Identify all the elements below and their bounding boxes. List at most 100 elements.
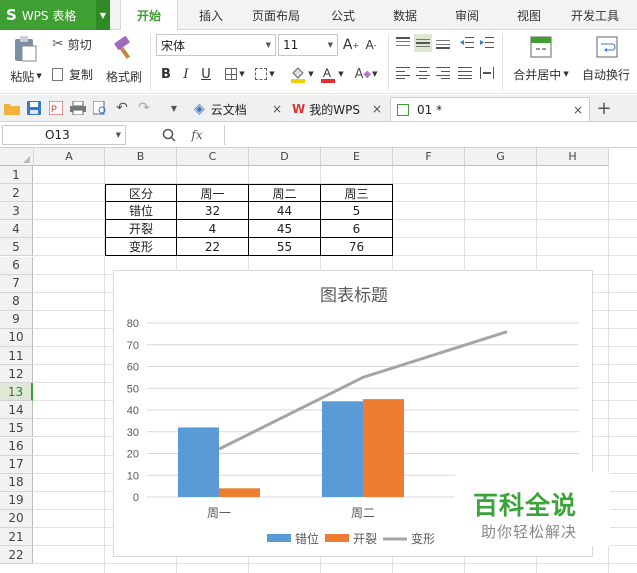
row-header-12[interactable]: 12 <box>0 365 33 384</box>
tab-insert[interactable]: 插入 <box>182 0 240 30</box>
tab-page-layout[interactable]: 页面布局 <box>244 0 308 30</box>
doc-tab-mywps[interactable]: W 我的WPS × <box>288 97 386 121</box>
row-header-11[interactable]: 11 <box>0 347 33 365</box>
bold-icon[interactable]: B <box>158 63 174 85</box>
table-header-cell[interactable]: 周三 <box>321 184 393 203</box>
row-header-3[interactable]: 3 <box>0 202 33 221</box>
format-painter-button[interactable]: 格式刷 <box>102 66 146 86</box>
row-header-14[interactable]: 14 <box>0 401 33 420</box>
align-bottom-icon[interactable] <box>434 34 452 52</box>
doc-tab-active[interactable]: 01 * × <box>390 97 590 121</box>
brush-icon[interactable] <box>106 34 142 62</box>
justify-icon[interactable] <box>456 64 474 82</box>
print-icon[interactable] <box>70 100 86 116</box>
tab-view[interactable]: 视图 <box>500 0 558 30</box>
function-icon[interactable]: fx <box>186 126 208 144</box>
row-header-2[interactable]: 2 <box>0 184 33 203</box>
wrap-text-icon[interactable] <box>594 34 620 60</box>
table-cell[interactable]: 44 <box>249 202 321 221</box>
indent-decrease-icon[interactable] <box>458 34 476 52</box>
distribute-icon[interactable] <box>478 64 496 82</box>
column-header-C[interactable]: C <box>177 148 249 166</box>
app-menu-button[interactable]: S WPS 表格 ▼ <box>0 0 110 30</box>
paste-icon[interactable] <box>8 34 42 64</box>
row-header-8[interactable]: 8 <box>0 292 33 311</box>
close-icon[interactable]: × <box>573 103 583 117</box>
table-cell[interactable]: 5 <box>321 202 393 221</box>
tab-formulas[interactable]: 公式 <box>314 0 372 30</box>
table-header-cell[interactable]: 周二 <box>249 184 321 203</box>
fill-color-icon[interactable]: ▼ <box>288 63 316 85</box>
table-cell[interactable]: 45 <box>249 220 321 239</box>
table-cell[interactable]: 6 <box>321 220 393 239</box>
italic-icon[interactable]: I <box>178 63 194 85</box>
name-box[interactable]: O13 ▼ <box>2 125 126 145</box>
wrap-text-button[interactable]: 自动换行 <box>578 64 634 84</box>
column-header-A[interactable]: A <box>34 148 105 166</box>
formula-input[interactable] <box>224 125 634 145</box>
table-cell[interactable]: 55 <box>249 238 321 257</box>
font-size-select[interactable]: 11 ▼ <box>278 34 338 56</box>
column-header-F[interactable]: F <box>393 148 465 166</box>
align-left-icon[interactable] <box>394 64 412 82</box>
column-header-G[interactable]: G <box>465 148 537 166</box>
column-header-H[interactable]: H <box>537 148 609 166</box>
paste-button[interactable]: 粘贴 ▼ <box>4 66 48 86</box>
row-header-22[interactable]: 22 <box>0 546 33 565</box>
cell-style-icon[interactable]: ▼ <box>252 63 278 85</box>
merge-cells-icon[interactable] <box>528 34 554 60</box>
table-cell[interactable]: 变形 <box>105 238 177 257</box>
align-center-icon[interactable] <box>414 64 432 82</box>
row-header-19[interactable]: 19 <box>0 491 33 510</box>
column-header-B[interactable]: B <box>105 148 177 166</box>
table-cell[interactable]: 32 <box>177 202 249 221</box>
row-header-4[interactable]: 4 <box>0 220 33 239</box>
font-name-select[interactable]: 宋体 ▼ <box>156 34 276 56</box>
print-preview-icon[interactable] <box>92 100 108 116</box>
row-header-5[interactable]: 5 <box>0 238 33 257</box>
cut-button[interactable]: ✂ 剪切 <box>52 34 102 54</box>
indent-increase-icon[interactable] <box>478 34 496 52</box>
row-header-6[interactable]: 6 <box>0 256 33 275</box>
table-cell[interactable]: 76 <box>321 238 393 257</box>
undo-icon[interactable]: ↶ <box>114 100 130 116</box>
chevron-down-icon[interactable]: ▼ <box>166 100 182 116</box>
select-all-corner[interactable] <box>0 148 34 166</box>
table-cell[interactable]: 开裂 <box>105 220 177 239</box>
border-icon[interactable]: ▼ <box>222 63 248 85</box>
copy-button[interactable]: 复制 <box>52 64 102 84</box>
tab-data[interactable]: 数据 <box>376 0 434 30</box>
underline-icon[interactable]: U <box>198 63 214 85</box>
align-middle-icon[interactable] <box>414 34 432 52</box>
column-header-D[interactable]: D <box>249 148 321 166</box>
row-header-20[interactable]: 20 <box>0 509 33 528</box>
chevron-down-icon[interactable]: ▼ <box>96 0 110 30</box>
row-header-7[interactable]: 7 <box>0 274 33 293</box>
row-header-1[interactable]: 1 <box>0 166 33 184</box>
font-shrink-icon[interactable]: A- <box>362 34 380 56</box>
tab-review[interactable]: 审阅 <box>438 0 496 30</box>
tab-developer[interactable]: 开发工具 <box>562 0 628 30</box>
table-cell[interactable]: 错位 <box>105 202 177 221</box>
table-header-cell[interactable]: 周一 <box>177 184 249 203</box>
doc-tab-cloud[interactable]: ◈ 云文档 × <box>190 97 286 121</box>
font-grow-icon[interactable]: A + <box>342 34 360 56</box>
row-header-9[interactable]: 9 <box>0 310 33 329</box>
clear-format-icon[interactable]: A ◆ ▼ <box>352 63 380 85</box>
table-cell[interactable]: 22 <box>177 238 249 257</box>
font-color-icon[interactable]: A ▼ <box>318 63 346 85</box>
merge-center-button[interactable]: 合并居中 ▼ <box>510 64 572 84</box>
export-pdf-icon[interactable]: P <box>48 100 64 116</box>
save-icon[interactable] <box>26 100 42 116</box>
close-icon[interactable]: × <box>272 102 282 116</box>
table-cell[interactable]: 4 <box>177 220 249 239</box>
row-header-21[interactable]: 21 <box>0 528 33 546</box>
close-icon[interactable]: × <box>372 102 382 116</box>
align-top-icon[interactable] <box>394 34 412 52</box>
new-tab-icon[interactable]: + <box>594 98 614 119</box>
align-right-icon[interactable] <box>434 64 452 82</box>
row-header-15[interactable]: 15 <box>0 419 33 438</box>
open-folder-icon[interactable] <box>4 100 20 116</box>
table-header-cell[interactable]: 区分 <box>105 184 177 203</box>
zoom-icon[interactable] <box>160 126 178 144</box>
